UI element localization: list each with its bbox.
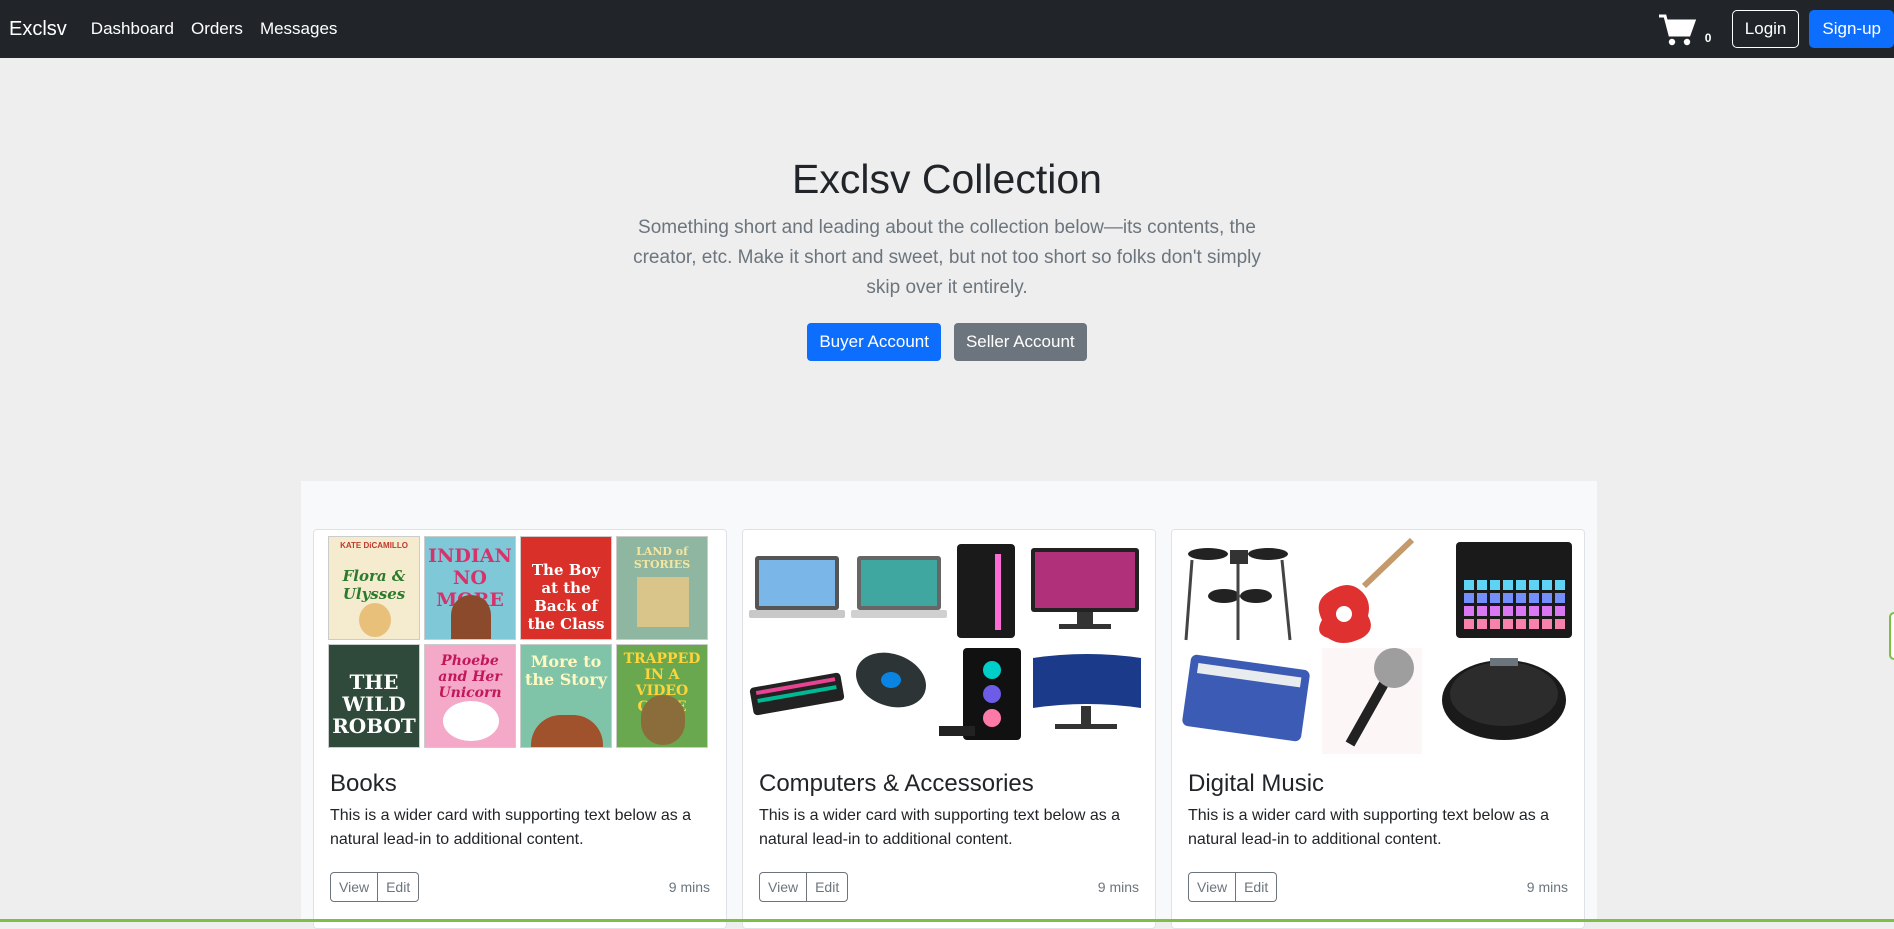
launchpad-pad <box>1490 593 1500 603</box>
launchpad-pad <box>1490 606 1500 616</box>
album-section: KATE DiCAMILLO Flora & Ulysses INDIAN NO… <box>301 481 1597 929</box>
card-button-group: View Edit <box>330 872 710 902</box>
launchpad-pad <box>1464 619 1474 629</box>
launchpad-pad <box>1490 580 1500 590</box>
book-cover: Phoebe and Her Unicorn <box>424 644 516 748</box>
card-computers: Computers & Accessories This is a wider … <box>742 529 1156 929</box>
book-cover: More to the Story <box>520 644 612 748</box>
card-books: KATE DiCAMILLO Flora & Ulysses INDIAN NO… <box>313 529 727 929</box>
card-body: Digital Music This is a wider card with … <box>1188 770 1568 852</box>
computers-collage <box>749 544 1141 740</box>
login-button[interactable]: Login <box>1731 10 1800 48</box>
launchpad-pad <box>1529 593 1539 603</box>
launchpad-pad <box>1555 606 1565 616</box>
launchpad-pad <box>1555 593 1565 603</box>
launchpad-pad <box>1529 580 1539 590</box>
nav-link-orders[interactable]: Orders <box>191 19 243 39</box>
view-button[interactable]: View <box>330 872 379 902</box>
card-digital-music: Digital Music This is a wider card with … <box>1171 529 1585 929</box>
card-text: This is a wider card with supporting tex… <box>759 807 1121 848</box>
nav-right: 0 Login Sign-up <box>1658 0 1894 58</box>
card-footer: View Edit 9 mins <box>1188 872 1568 904</box>
card-timestamp: 9 mins <box>1097 879 1139 895</box>
card-timestamp: 9 mins <box>1526 879 1568 895</box>
launchpad-pad <box>1477 606 1487 616</box>
launchpad-pad <box>1516 619 1526 629</box>
launchpad-pad <box>1516 593 1526 603</box>
book-cover: KATE DiCAMILLO Flora & Ulysses <box>328 536 420 640</box>
card-title: Books <box>330 770 397 797</box>
seller-account-button[interactable]: Seller Account <box>953 323 1087 361</box>
hero-lead-text: Something short and leading about the co… <box>633 217 1261 298</box>
launchpad-pad <box>1503 580 1513 590</box>
launchpad-pad <box>1477 619 1487 629</box>
launchpad-pad <box>1555 580 1565 590</box>
book-cover: LAND of STORIES <box>616 536 708 640</box>
cart-icon <box>1658 14 1696 46</box>
card-body: Books This is a wider card with supporti… <box>330 770 710 852</box>
book-cover: TRAPPED IN A VIDEO GAME <box>616 644 708 748</box>
card-text: This is a wider card with supporting tex… <box>1188 807 1550 848</box>
cart-count-badge: 0 <box>1704 31 1712 45</box>
launchpad-pad <box>1503 606 1513 616</box>
music-thumbnail <box>1172 530 1584 760</box>
launchpad-pad <box>1516 580 1526 590</box>
card-title: Digital Music <box>1188 770 1325 797</box>
cart-button[interactable]: 0 <box>1658 9 1711 49</box>
edit-button[interactable]: Edit <box>1236 872 1278 902</box>
launchpad-pad <box>1516 606 1526 616</box>
hero-section: Exclsv Collection Something short and le… <box>0 58 1894 361</box>
launchpad-pad <box>1542 593 1552 603</box>
card-text: This is a wider card with supporting tex… <box>330 807 692 848</box>
launchpad-pad <box>1503 593 1513 603</box>
launchpad-pad <box>1542 619 1552 629</box>
book-cover: THE WILD ROBOT <box>328 644 420 748</box>
hero-title: Exclsv Collection <box>792 156 1102 202</box>
card-timestamp: 9 mins <box>668 879 710 895</box>
signup-button[interactable]: Sign-up <box>1809 10 1894 48</box>
launchpad-pad <box>1464 606 1474 616</box>
book-cover: The Boy at the Back of the Class <box>520 536 612 640</box>
nav-links: Dashboard Orders Messages <box>91 19 355 39</box>
card-footer: View Edit 9 mins <box>759 872 1139 904</box>
launchpad-pad <box>1542 580 1552 590</box>
brand-logo[interactable]: Exclsv <box>9 18 67 41</box>
buyer-account-button[interactable]: Buyer Account <box>807 323 941 361</box>
music-collage <box>1182 537 1572 754</box>
launchpad-pad <box>1555 619 1565 629</box>
launchpad-pad <box>1503 619 1513 629</box>
card-title: Computers & Accessories <box>759 770 1034 797</box>
edit-button[interactable]: Edit <box>378 872 420 902</box>
feedback-tab[interactable] <box>1889 612 1894 660</box>
nav-link-messages[interactable]: Messages <box>260 19 337 39</box>
launchpad-pad <box>1464 593 1474 603</box>
launchpad-pad <box>1477 580 1487 590</box>
launchpad-pad <box>1490 619 1500 629</box>
card-body: Computers & Accessories This is a wider … <box>759 770 1139 852</box>
launchpad-pad <box>1464 580 1474 590</box>
computers-thumbnail <box>743 530 1155 760</box>
launchpad-pad <box>1529 606 1539 616</box>
book-cover: INDIAN NO MORE <box>424 536 516 640</box>
launchpad-pad <box>1477 593 1487 603</box>
hero-buttons: Buyer Account Seller Account <box>0 323 1894 361</box>
books-thumbnail: KATE DiCAMILLO Flora & Ulysses INDIAN NO… <box>314 530 726 760</box>
nav-link-dashboard[interactable]: Dashboard <box>91 19 174 39</box>
edit-button[interactable]: Edit <box>807 872 849 902</box>
launchpad-pad <box>1542 606 1552 616</box>
card-button-group: View Edit <box>759 872 1139 902</box>
view-button[interactable]: View <box>1188 872 1237 902</box>
view-button[interactable]: View <box>759 872 808 902</box>
card-button-group: View Edit <box>1188 872 1568 902</box>
card-footer: View Edit 9 mins <box>330 872 710 904</box>
launchpad-pad <box>1529 619 1539 629</box>
top-navbar: Exclsv Dashboard Orders Messages 0 Login… <box>0 0 1894 58</box>
